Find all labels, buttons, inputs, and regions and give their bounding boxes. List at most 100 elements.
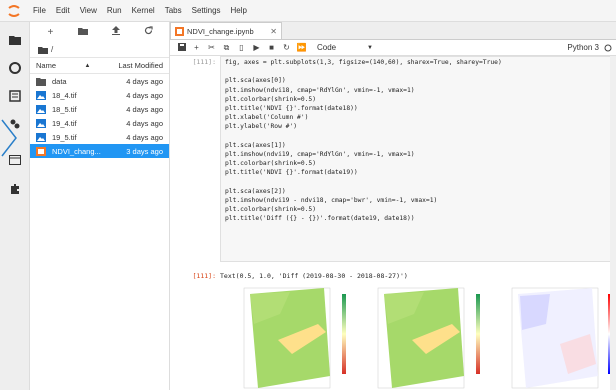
fast-forward-icon[interactable]: ⏩ — [294, 43, 309, 52]
menu-kernel[interactable]: Kernel — [127, 6, 160, 15]
file-modified: 4 days ago — [126, 76, 163, 86]
file-row-ndvi-notebook[interactable]: NDVI_chang... 3 days ago — [30, 144, 169, 158]
folder-icon[interactable] — [7, 32, 23, 48]
stop-icon[interactable]: ■ — [264, 43, 279, 52]
file-row-19-5[interactable]: 19_5.tif 4 days ago — [30, 130, 169, 144]
menu-tabs[interactable]: Tabs — [160, 6, 187, 15]
code-line[interactable]: plt.xlabel('Column #') — [225, 113, 607, 122]
breadcrumb[interactable]: / — [30, 42, 169, 58]
image-file-icon — [36, 104, 46, 114]
folder-icon — [38, 46, 48, 54]
file-name: NDVI_chang... — [52, 146, 101, 156]
kernel-name[interactable]: Python 3 — [567, 43, 601, 52]
kernel-status-icon — [604, 44, 612, 51]
file-modified: 4 days ago — [126, 118, 163, 128]
extensions-icon[interactable] — [7, 180, 23, 196]
notebook-panel[interactable]: [111]: fig, axes = plt.subplots(1,3, fig… — [170, 56, 616, 390]
file-modified: 4 days ago — [126, 90, 163, 100]
image-file-icon — [36, 118, 46, 128]
tab-label: NDVI_change.ipynb — [187, 26, 254, 36]
code-line[interactable]: plt.sca(axes[1]) — [225, 141, 607, 150]
restart-icon[interactable]: ↻ — [279, 43, 294, 52]
ndvi-diff-image — [511, 287, 599, 389]
folder-icon — [36, 77, 46, 86]
ndvi-2019-colorbar — [476, 294, 480, 374]
main-area: NDVI_change.ipynb ✕ + ✂ ⧉ ▯ ▶ ■ ↻ ⏩ Code… — [170, 22, 616, 390]
code-line[interactable]: plt.colorbar(shrink=0.5) — [225, 159, 607, 168]
commands-icon[interactable] — [7, 88, 23, 104]
jupyter-logo-icon — [0, 0, 28, 22]
new-folder-icon[interactable] — [75, 27, 91, 38]
upload-icon[interactable] — [108, 26, 124, 38]
code-editor[interactable]: fig, axes = plt.subplots(1,3, figsize=(1… — [221, 57, 611, 225]
file-row-18-5[interactable]: 18_5.tif 4 days ago — [30, 102, 169, 116]
input-prompt: [111]: — [192, 58, 216, 66]
code-line[interactable] — [225, 132, 607, 141]
code-line[interactable]: plt.sca(axes[2]) — [225, 187, 607, 196]
cut-icon[interactable]: ✂ — [204, 43, 219, 52]
file-row-18-4[interactable]: 18_4.tif 4 days ago — [30, 88, 169, 102]
run-icon[interactable]: ▶ — [249, 43, 264, 52]
column-last-modified[interactable]: Last Modified — [118, 61, 163, 70]
scrollbar[interactable] — [610, 56, 616, 390]
file-name: 19_5.tif — [52, 132, 77, 142]
tab-ndvi-notebook[interactable]: NDVI_change.ipynb ✕ — [170, 22, 282, 39]
code-line[interactable]: plt.colorbar(shrink=0.5) — [225, 205, 607, 214]
chevron-down-icon[interactable]: ▼ — [367, 45, 373, 51]
column-name[interactable]: Name — [36, 61, 84, 70]
code-line[interactable]: plt.imshow(ndvi19, cmap='RdYlGn', vmin=-… — [225, 150, 607, 159]
file-modified: 3 days ago — [126, 146, 163, 156]
sort-caret-icon[interactable]: ▲ — [84, 63, 90, 69]
code-line[interactable]: plt.sca(axes[0]) — [225, 76, 607, 85]
save-icon[interactable] — [174, 42, 189, 53]
insert-cell-icon[interactable]: + — [189, 43, 204, 52]
breadcrumb-path[interactable]: / — [51, 45, 53, 54]
ndvi-2019-image — [377, 287, 465, 389]
code-line[interactable]: plt.imshow(ndvi19 - ndvi18, cmap='bwr', … — [225, 196, 607, 205]
code-line[interactable] — [225, 178, 607, 187]
menu-run[interactable]: Run — [102, 6, 127, 15]
tab-bar: NDVI_change.ipynb ✕ — [170, 22, 616, 40]
code-line[interactable]: fig, axes = plt.subplots(1,3, figsize=(1… — [225, 58, 607, 67]
notebook-file-icon — [175, 26, 184, 36]
activity-bar — [0, 22, 30, 390]
image-file-icon — [36, 90, 46, 100]
menu-edit[interactable]: Edit — [51, 6, 75, 15]
file-modified: 4 days ago — [126, 104, 163, 114]
menu-help[interactable]: Help — [226, 6, 252, 15]
menu-view[interactable]: View — [75, 6, 102, 15]
file-list-header: Name ▲ Last Modified — [30, 58, 169, 74]
file-browser-toolbar: + — [30, 22, 169, 42]
code-line[interactable]: plt.title('NDVI {}'.format(date19)) — [225, 168, 607, 177]
file-name: 18_5.tif — [52, 104, 77, 114]
new-launcher-icon[interactable]: + — [42, 27, 58, 38]
code-line[interactable]: plt.ylabel('Row #') — [225, 122, 607, 131]
file-name: data — [52, 76, 67, 86]
ndvi-2018-image — [243, 287, 331, 389]
close-icon[interactable]: ✕ — [270, 27, 277, 36]
menu-file[interactable]: File — [28, 6, 51, 15]
menu-bar: File Edit View Run Kernel Tabs Settings … — [0, 0, 616, 22]
output-prompt: [111]: — [192, 272, 216, 280]
menu-settings[interactable]: Settings — [187, 6, 226, 15]
file-row-data[interactable]: data 4 days ago — [30, 74, 169, 88]
code-line[interactable]: plt.title('NDVI {}'.format(date18)) — [225, 104, 607, 113]
code-line[interactable]: plt.title('Diff ({} - {})'.format(date19… — [225, 214, 607, 223]
code-line[interactable]: plt.imshow(ndvi18, cmap='RdYlGn', vmin=-… — [225, 86, 607, 95]
refresh-icon[interactable] — [141, 26, 157, 38]
file-browser: + / Name ▲ Last Modified data 4 days ago… — [30, 22, 170, 390]
paste-icon[interactable]: ▯ — [234, 43, 249, 52]
file-row-19-4[interactable]: 19_4.tif 4 days ago — [30, 116, 169, 130]
ndvi-plot-output — [243, 287, 612, 389]
code-cell[interactable]: fig, axes = plt.subplots(1,3, figsize=(1… — [220, 56, 612, 262]
code-line[interactable]: plt.colorbar(shrink=0.5) — [225, 95, 607, 104]
copy-icon[interactable]: ⧉ — [219, 43, 234, 53]
file-name: 19_4.tif — [52, 118, 77, 128]
running-icon[interactable] — [7, 60, 23, 76]
file-modified: 4 days ago — [126, 132, 163, 142]
code-line[interactable] — [225, 67, 607, 76]
file-name: 18_4.tif — [52, 90, 77, 100]
cell-type-select[interactable]: Code — [317, 43, 367, 52]
notebook-toolbar: + ✂ ⧉ ▯ ▶ ■ ↻ ⏩ Code ▼ Python 3 — [170, 40, 616, 56]
output-text: Text(0.5, 1.0, 'Diff (2019-08-30 - 2018-… — [220, 272, 408, 280]
